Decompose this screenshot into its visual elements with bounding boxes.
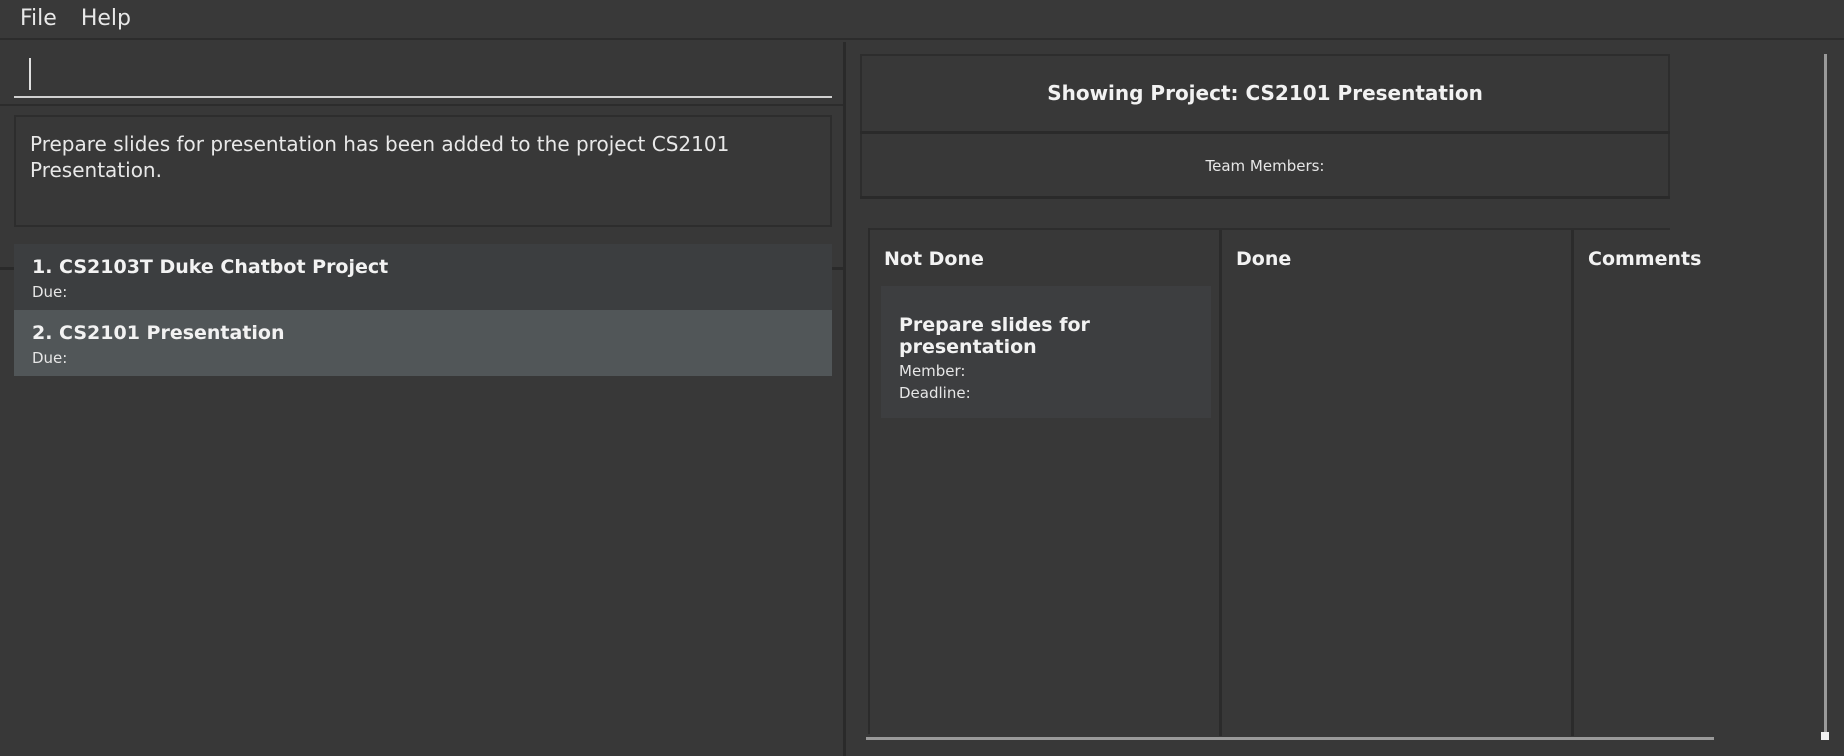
task-member: Member: xyxy=(899,362,966,380)
project-list-item[interactable]: 1. CS2103T Duke Chatbot Project Due: xyxy=(14,244,832,310)
project-due: Due: xyxy=(32,349,68,367)
board-left-edge xyxy=(860,228,870,734)
task-card[interactable]: Prepare slides for presentation Member: … xyxy=(881,286,1211,418)
command-box xyxy=(0,42,843,106)
column-title-comments: Comments xyxy=(1588,248,1702,270)
left-pane: Prepare slides for presentation has been… xyxy=(0,42,843,756)
column-done: Done xyxy=(1222,230,1574,736)
project-view-title: Showing Project: CS2101 Presentation xyxy=(860,54,1670,134)
project-list-item-selected[interactable]: 2. CS2101 Presentation Due: xyxy=(14,310,832,376)
project-title: 1. CS2103T Duke Chatbot Project xyxy=(32,256,389,278)
project-title: 2. CS2101 Presentation xyxy=(32,322,285,344)
menu-file[interactable]: File xyxy=(10,2,67,36)
horizontal-scrollbar[interactable] xyxy=(866,737,1714,740)
column-title-not-done: Not Done xyxy=(884,248,984,270)
column-not-done: Not Done Prepare slides for presentation… xyxy=(870,230,1222,736)
menu-help[interactable]: Help xyxy=(71,2,141,36)
resize-grip-icon[interactable] xyxy=(1821,732,1829,740)
project-due: Due: xyxy=(32,283,68,301)
column-comments: Comments xyxy=(1574,230,1701,736)
command-input[interactable] xyxy=(14,54,832,98)
project-list: 1. CS2103T Duke Chatbot Project Due: 2. … xyxy=(14,244,832,376)
result-display: Prepare slides for presentation has been… xyxy=(14,115,832,227)
task-title: Prepare slides for presentation xyxy=(899,314,1090,358)
team-members-label: Team Members: xyxy=(860,135,1670,199)
column-title-done: Done xyxy=(1236,248,1292,270)
task-deadline: Deadline: xyxy=(899,384,971,402)
vertical-scrollbar[interactable] xyxy=(1824,54,1827,732)
menu-bar: File Help xyxy=(0,0,1844,40)
text-caret xyxy=(29,58,31,90)
project-view-pane: Showing Project: CS2101 Presentation Tea… xyxy=(846,42,1844,756)
task-board: Not Done Prepare slides for presentation… xyxy=(870,228,1701,736)
